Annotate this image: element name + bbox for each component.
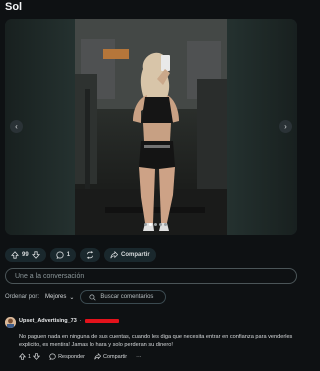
comment-sort-row: Ordenar por: Mejores ⌄ Buscar comentario…	[5, 290, 167, 304]
chevron-left-icon: ‹	[15, 122, 18, 131]
upvote-icon[interactable]	[11, 251, 19, 259]
carousel-prev-button[interactable]: ‹	[10, 120, 23, 133]
share-icon	[94, 353, 101, 360]
join-conversation-placeholder: Une a la conversación	[15, 272, 85, 280]
search-comments-input[interactable]: Buscar comentarios	[80, 290, 167, 304]
reply-button[interactable]: Responder	[49, 353, 85, 360]
share-label: Compartir	[121, 252, 150, 258]
sort-value: Mejores	[45, 294, 67, 300]
comment-bubble-icon	[49, 353, 56, 360]
vote-pill: 99	[5, 248, 46, 262]
join-conversation-input[interactable]: Une a la conversación	[5, 268, 297, 284]
avatar[interactable]	[5, 317, 16, 328]
comment-share-button[interactable]: Compartir	[94, 353, 127, 360]
comment-text: No paguen nada en ninguna de sus cuentas…	[19, 334, 293, 348]
reply-label: Responder	[58, 353, 85, 360]
avatar-image	[5, 317, 16, 328]
carousel-dot[interactable]	[144, 223, 147, 226]
more-icon: ···	[136, 353, 142, 360]
post-actions-bar: 99 1 Compartir	[5, 248, 156, 262]
sort-dropdown[interactable]: Mejores ⌄	[45, 294, 74, 301]
redacted-timestamp	[84, 319, 119, 323]
carousel-dot[interactable]	[154, 223, 157, 226]
comment-share-label: Compartir	[102, 353, 128, 360]
sort-label: Ordenar por:	[5, 294, 40, 300]
more-options-button[interactable]: ···	[136, 354, 142, 360]
post-title: Sol	[5, 1, 23, 13]
upvote-icon[interactable]	[19, 353, 26, 360]
chevron-right-icon: ›	[284, 122, 287, 131]
comment-vote: 1	[19, 353, 41, 360]
downvote-icon[interactable]	[33, 353, 41, 360]
carousel-next-button[interactable]: ›	[279, 120, 292, 133]
post-media-carousel[interactable]: ‹ ›	[5, 19, 297, 235]
downvote-icon[interactable]	[31, 251, 40, 259]
meta-separator: ·	[79, 318, 82, 324]
carousel-dot[interactable]	[164, 223, 167, 226]
comment-author[interactable]: Upset_Advertising_73	[19, 318, 77, 324]
photo-illustration	[75, 19, 227, 235]
post-image[interactable]	[75, 19, 227, 235]
search-comments-placeholder: Buscar comentarios	[100, 294, 154, 300]
share-icon	[110, 251, 119, 259]
vote-count: 99	[22, 252, 29, 258]
search-icon	[89, 293, 96, 301]
comment-count: 1	[66, 252, 71, 258]
comment-bubble-icon	[56, 251, 64, 259]
crosspost-button[interactable]	[80, 248, 101, 262]
chevron-down-icon: ⌄	[69, 294, 75, 301]
carousel-dots	[144, 223, 167, 226]
comment-actions: 1 Responder Compartir ···	[19, 353, 142, 360]
share-button[interactable]: Compartir	[104, 248, 156, 262]
carousel-dot[interactable]	[149, 223, 152, 226]
crosspost-icon	[86, 251, 94, 259]
comment-vote-count: 1	[28, 353, 32, 360]
carousel-dot[interactable]	[159, 223, 162, 226]
comments-button[interactable]: 1	[49, 248, 77, 262]
comment-meta: Upset_Advertising_73 ·	[19, 318, 119, 324]
